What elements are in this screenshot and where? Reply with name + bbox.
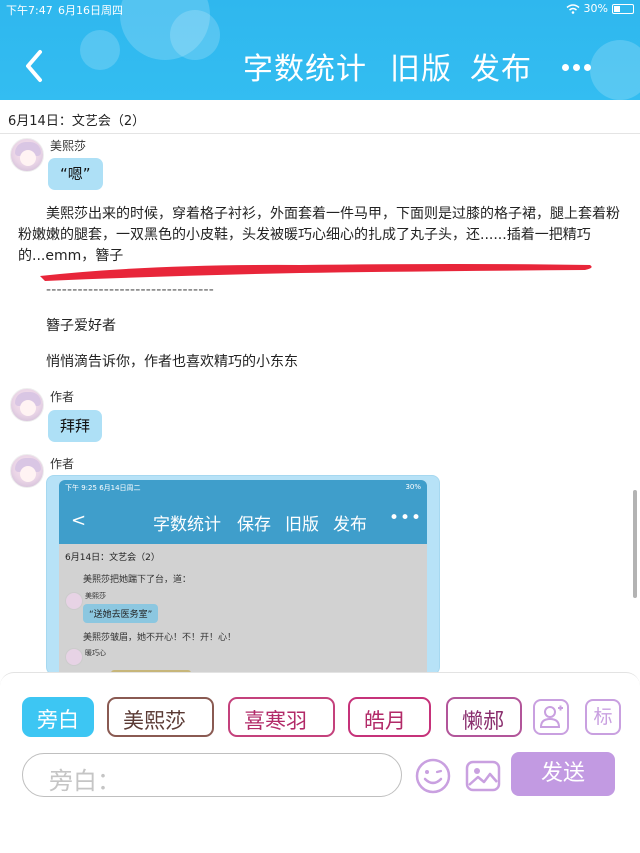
narration-text[interactable]: 悄悄滴告诉你，作者也喜欢精巧的小东东 [46,352,298,373]
embedded-back-icon: < [71,510,87,531]
embedded-line: 美熙莎把她踹下了台，道： [83,575,192,585]
embedded-speaker: 美熙莎 [85,592,106,600]
embedded-word-count: 字数统计 [153,515,221,535]
avatar[interactable] [10,454,44,488]
status-indicators: 30% [566,2,634,15]
mark-label: 标 [593,706,613,728]
embedded-status-battery: 30% [405,483,421,491]
status-bar: 下午7:47 6月16日周四 30% [0,0,640,18]
word-count-button[interactable]: 字数统计 [243,44,367,88]
back-icon[interactable] [20,48,48,84]
chapter-title: 6月14日：文艺会（2） [0,104,640,134]
dialogue-bubble[interactable]: 拜拜 [48,410,103,442]
embedded-screenshot-frame: 下午 9:25 6月14日周二 30% < 字数统计 保存 旧版 发布 ••• … [59,480,427,674]
composer-panel: 旁白 美熙莎 喜寒羽 皓月 懒郝 标 旁白： 发送 [0,672,640,853]
avatar[interactable] [10,388,44,422]
embedded-avatar [65,592,83,610]
battery-icon [612,3,634,14]
embedded-bubble: “送她去医务室” [83,604,159,623]
role-chip-character[interactable]: 喜寒羽 [228,697,335,737]
wifi-icon [566,3,580,14]
embedded-status-time: 下午 9:25 6月14日周二 [65,484,141,492]
embedded-old-version: 旧版 [285,515,319,535]
send-button[interactable]: 发送 [511,752,615,796]
add-character-icon[interactable] [533,699,569,735]
more-icon[interactable] [562,56,598,71]
speaker-name: 作者 [50,457,75,471]
image-icon[interactable] [464,757,502,795]
role-chip-character[interactable]: 皓月 [348,697,431,737]
speaker-name: 美熙莎 [50,139,87,153]
narration-text[interactable]: 簪子爱好者 [46,316,116,337]
speaker-name: 作者 [50,390,75,404]
old-version-button[interactable]: 旧版 [390,44,452,88]
embedded-screenshot-image[interactable]: 下午 9:25 6月14日周二 30% < 字数统计 保存 旧版 发布 ••• … [46,475,440,675]
embedded-publish: 发布 [333,515,367,535]
avatar[interactable] [10,138,44,172]
embedded-speaker: 暖巧心 [85,649,106,657]
embedded-save: 保存 [237,515,271,535]
top-bar: 下午7:47 6月16日周四 30% 字数统计 旧版 发布 [0,0,640,100]
role-chip-character[interactable]: 美熙莎 [107,697,214,737]
role-chip-character[interactable]: 懒郝 [446,697,522,737]
embedded-avatar [65,648,83,666]
embedded-more-icon: ••• [389,508,423,528]
scrollbar-thumb[interactable] [633,490,637,598]
status-time: 下午7:47 [6,4,53,17]
battery-percent: 30% [583,2,608,15]
decor-bubble [80,30,120,70]
embedded-header: 下午 9:25 6月14日周二 30% < 字数统计 保存 旧版 发布 ••• [59,480,427,544]
emoji-icon[interactable] [414,757,452,795]
role-chip-narrator[interactable]: 旁白 [22,697,94,737]
divider-dashes: -------------------------------- [46,282,215,298]
dialogue-bubble[interactable]: “嗯” [48,158,103,190]
embedded-line: 美熙莎皱眉，她不开心！不！开！心！ [83,633,237,643]
publish-button[interactable]: 发布 [470,44,532,88]
status-date: 6月16日周四 [58,4,123,17]
embedded-chapter-title: 6月14日：文艺会（2） [65,553,160,563]
decor-bubble [590,40,640,100]
message-input[interactable]: 旁白： [22,753,402,797]
mark-button[interactable]: 标 [585,699,621,735]
